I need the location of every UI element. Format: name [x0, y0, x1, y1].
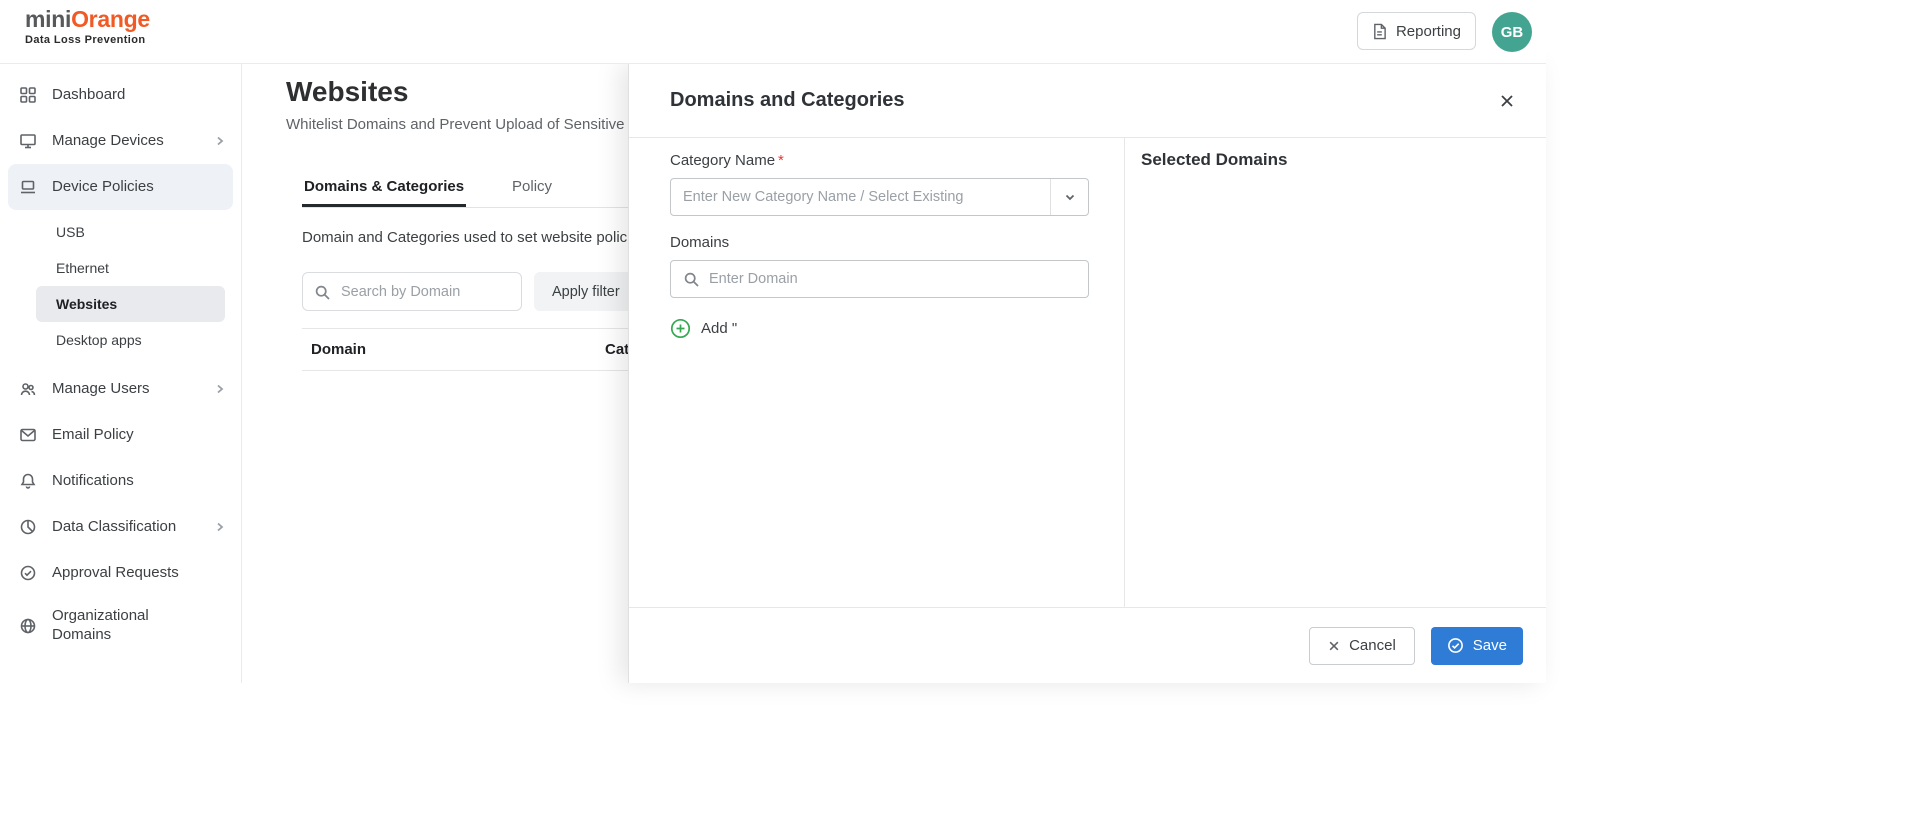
- sidebar-subitem-ethernet[interactable]: Ethernet: [36, 250, 225, 286]
- domains-categories-drawer: Domains and Categories Category Name* Do…: [628, 64, 1546, 683]
- add-domain-label: Add ": [701, 320, 738, 337]
- cancel-button[interactable]: Cancel: [1309, 626, 1415, 665]
- drawer-footer: Cancel Save: [629, 607, 1546, 683]
- category-select: [670, 178, 1089, 216]
- brand-mini: mini: [25, 6, 72, 32]
- sidebar-item-label: Organizational Domains: [52, 607, 149, 643]
- chevron-down-icon[interactable]: [1050, 179, 1088, 215]
- sidebar-item-label: Dashboard: [52, 85, 126, 103]
- sidebar-item-approval-requests[interactable]: Approval Requests: [0, 550, 241, 596]
- avatar[interactable]: GB: [1492, 12, 1532, 52]
- sidebar-subitem-label: Desktop apps: [56, 332, 142, 348]
- brand-orange: Orange: [71, 6, 150, 32]
- sidebar-item-manage-users[interactable]: Manage Users: [0, 366, 241, 412]
- sidebar-subitem-label: Websites: [56, 296, 118, 312]
- save-button[interactable]: Save: [1430, 626, 1523, 665]
- sidebar-item-device-policies[interactable]: Device Policies: [8, 164, 233, 210]
- search-icon: [683, 271, 700, 293]
- sidebar-item-label: Device Policies: [52, 177, 154, 195]
- selected-domains-title: Selected Domains: [1141, 150, 1288, 169]
- sidebar-item-label: Email Policy: [52, 425, 134, 443]
- category-name-text: Category Name: [670, 152, 776, 169]
- page-subtitle: Whitelist Domains and Prevent Upload of …: [286, 116, 661, 133]
- chevron-right-icon: [213, 520, 227, 534]
- sidebar-subitem-websites[interactable]: Websites: [36, 286, 225, 322]
- sidebar-subitem-label: USB: [56, 224, 85, 240]
- section-description: Domain and Categories used to set websit…: [302, 229, 647, 246]
- sidebar-item-organizational-domains[interactable]: Organizational Domains: [0, 596, 241, 656]
- chevron-right-icon: [213, 134, 227, 148]
- users-icon: [18, 380, 38, 398]
- reporting-button[interactable]: Reporting: [1356, 12, 1476, 50]
- app-window: miniOrange Data Loss Prevention Reportin…: [0, 0, 1546, 683]
- sidebar-item-manage-devices[interactable]: Manage Devices: [0, 118, 241, 164]
- envelope-icon: [18, 426, 38, 444]
- search-input[interactable]: [303, 273, 521, 310]
- check-badge-icon: [18, 564, 38, 582]
- cancel-label: Cancel: [1349, 637, 1396, 654]
- drawer-divider: [1124, 138, 1125, 607]
- category-input[interactable]: [671, 179, 1088, 215]
- required-asterisk: *: [778, 152, 784, 169]
- brand-logo: miniOrange Data Loss Prevention: [25, 7, 150, 46]
- sidebar-item-label: Manage Devices: [52, 131, 164, 149]
- domains-label: Domains: [670, 234, 730, 251]
- cancel-x-icon: [1328, 640, 1340, 652]
- laptop-icon: [18, 178, 38, 196]
- dashboard-icon: [18, 86, 38, 104]
- add-domain-button[interactable]: Add ": [670, 318, 737, 339]
- report-document-icon: [1372, 23, 1387, 40]
- sidebar-item-notifications[interactable]: Notifications: [0, 458, 241, 504]
- close-icon[interactable]: [1494, 88, 1520, 114]
- sidebar-item-email-policy[interactable]: Email Policy: [0, 412, 241, 458]
- filter-controls: Apply filter: [302, 272, 638, 311]
- search-icon: [314, 284, 331, 306]
- sidebar-item-data-classification[interactable]: Data Classification: [0, 504, 241, 550]
- tab-policy[interactable]: Policy: [510, 164, 554, 207]
- save-label: Save: [1472, 637, 1507, 654]
- domain-input[interactable]: [671, 261, 1088, 297]
- sidebar: Dashboard Manage Devices Device Policies…: [0, 64, 242, 683]
- globe-icon: [18, 617, 38, 635]
- apply-filter-button[interactable]: Apply filter: [534, 272, 638, 311]
- sidebar-subitem-desktop-apps[interactable]: Desktop apps: [36, 322, 225, 358]
- domain-input-box: [670, 260, 1089, 298]
- tab-domains-categories[interactable]: Domains & Categories: [302, 164, 467, 207]
- reporting-label: Reporting: [1395, 22, 1461, 40]
- sidebar-subitem-usb[interactable]: USB: [36, 214, 225, 250]
- sidebar-item-label: Data Classification: [52, 517, 177, 535]
- top-header: miniOrange Data Loss Prevention Reportin…: [0, 0, 1546, 64]
- chevron-right-icon: [213, 382, 227, 396]
- brand-tagline: Data Loss Prevention: [25, 34, 146, 47]
- sidebar-subitem-label: Ethernet: [56, 260, 109, 276]
- brand-wordmark: miniOrange: [25, 7, 150, 31]
- sidebar-item-dashboard[interactable]: Dashboard: [0, 72, 241, 118]
- drawer-form: Category Name* Domains Add ": [670, 152, 1090, 339]
- domain-search-box: [302, 272, 522, 311]
- column-header-domain: Domain: [311, 341, 367, 358]
- drawer-header: Domains and Categories: [629, 64, 1546, 138]
- category-name-label: Category Name *: [670, 152, 1090, 169]
- sidebar-item-label: Manage Users: [52, 379, 150, 397]
- sidebar-item-label: Approval Requests: [52, 563, 179, 581]
- monitor-icon: [18, 132, 38, 150]
- page-title: Websites: [286, 76, 409, 107]
- device-policies-submenu: USB Ethernet Websites Desktop apps: [0, 210, 241, 366]
- pie-chart-icon: [18, 518, 38, 536]
- bell-icon: [18, 472, 38, 490]
- save-check-icon: [1447, 637, 1464, 654]
- drawer-title: Domains and Categories: [670, 89, 905, 111]
- sidebar-item-label: Notifications: [52, 471, 134, 489]
- plus-circle-icon: [670, 318, 691, 339]
